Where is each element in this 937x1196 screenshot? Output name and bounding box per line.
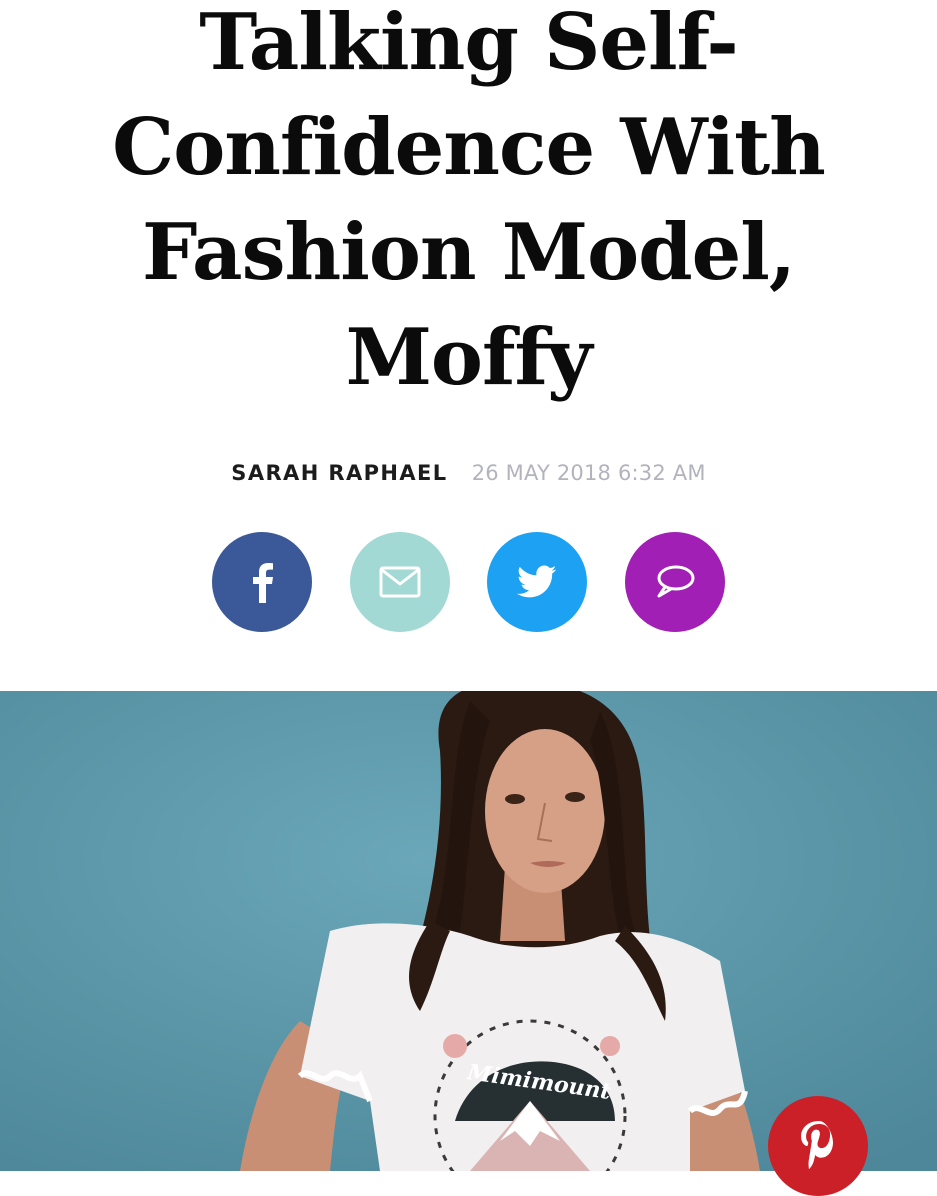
email-share-button[interactable] [350, 532, 450, 632]
speech-bubble-icon [654, 564, 696, 600]
share-buttons [212, 532, 725, 632]
hero-photo: Mimimount [0, 691, 937, 1171]
twitter-bird-icon [517, 565, 557, 599]
comments-button[interactable] [625, 532, 725, 632]
title-line: Confidence With [112, 102, 826, 193]
facebook-share-button[interactable] [212, 532, 312, 632]
title-line: Talking Self- [199, 0, 739, 88]
pinterest-icon [798, 1119, 838, 1174]
title-line: Fashion Model, [141, 207, 796, 298]
pinterest-save-button[interactable] [768, 1096, 868, 1196]
facebook-icon [249, 561, 275, 603]
publish-date: 26 MAY 2018 6:32 AM [471, 461, 706, 485]
envelope-icon [379, 566, 421, 598]
twitter-share-button[interactable] [487, 532, 587, 632]
byline: SARAH RAPHAEL 26 MAY 2018 6:32 AM [0, 458, 937, 488]
title-line: Moffy [345, 312, 593, 403]
article-title: Talking Self- Confidence With Fashion Mo… [0, 0, 937, 410]
author-link[interactable]: SARAH RAPHAEL [231, 461, 447, 485]
